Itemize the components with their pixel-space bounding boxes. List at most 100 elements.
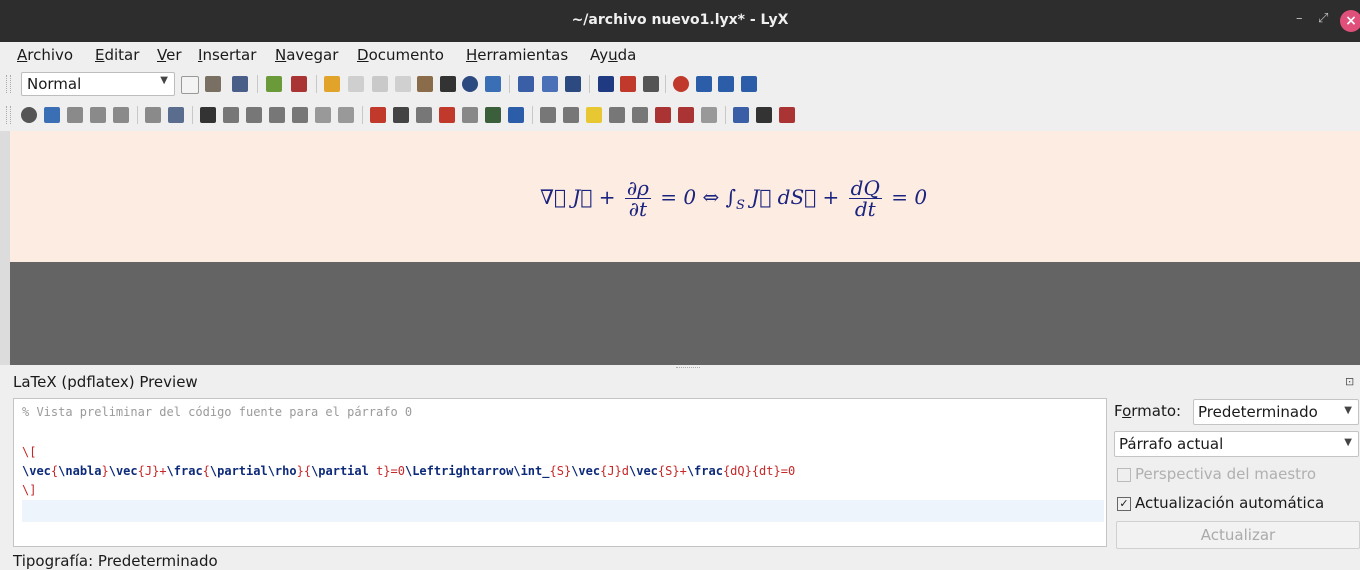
- formula-part-1: ∇⃗ J⃗ +: [540, 185, 616, 209]
- title-bar: ~/archivo nuevo1.lyx* - LyX – ⤢ ×: [0, 0, 1360, 42]
- view-output-icon[interactable]: [67, 107, 83, 123]
- paste-icon[interactable]: [417, 76, 433, 92]
- formula-part-4: = 0: [891, 185, 928, 209]
- cut-icon[interactable]: [372, 76, 388, 92]
- book-icon[interactable]: [643, 76, 659, 92]
- save-icon[interactable]: [232, 76, 248, 92]
- description-icon[interactable]: [269, 107, 285, 123]
- update-output-icon[interactable]: [90, 107, 106, 123]
- footnote-icon[interactable]: [540, 107, 556, 123]
- view-icon[interactable]: [673, 76, 689, 92]
- current-line-highlight: [22, 500, 1104, 522]
- auto-update-checkbox[interactable]: ✓ Actualización automática: [1117, 494, 1324, 512]
- pilcrow-icon[interactable]: [756, 107, 772, 123]
- fraction-drho-dt: ∂ρ ∂t: [624, 176, 651, 221]
- math-formula[interactable]: ∇⃗ J⃗ + ∂ρ ∂t = 0 ⇔ ∫S J⃗ dS⃗ + dQ dt = 0: [540, 178, 927, 219]
- menu-bar: Archivo Editar Ver Insertar Navegar Docu…: [0, 42, 1360, 69]
- float-panel-icon[interactable]: ⊡: [1345, 375, 1354, 388]
- insert-graphics-icon[interactable]: [620, 76, 636, 92]
- undo-icon[interactable]: [324, 76, 340, 92]
- url-icon[interactable]: [632, 107, 648, 123]
- attachment-icon[interactable]: [701, 107, 717, 123]
- extra-toolbar: [0, 100, 1360, 130]
- list-icon[interactable]: [292, 107, 308, 123]
- toc-icon[interactable]: [741, 76, 757, 92]
- toolbar-grip-2[interactable]: [6, 106, 11, 124]
- close-icon[interactable]: ×: [1340, 10, 1360, 32]
- copy-icon[interactable]: [395, 76, 411, 92]
- menu-herramientas[interactable]: Herramientas: [466, 46, 568, 64]
- menu-editar[interactable]: Editar: [95, 46, 139, 64]
- format-select[interactable]: Predeterminado ▼: [1193, 399, 1359, 425]
- status-bar-text: Tipografía: Predeterminado: [13, 552, 218, 570]
- text-style-icon[interactable]: [565, 76, 581, 92]
- hyperlink-icon[interactable]: [678, 107, 694, 123]
- chevron-down-icon: ▼: [160, 75, 168, 86]
- find-binoculars-icon[interactable]: [440, 76, 456, 92]
- menu-ver[interactable]: Ver: [157, 46, 182, 64]
- refresh-icon[interactable]: [44, 107, 60, 123]
- chevron-down-icon: ▼: [1344, 437, 1352, 448]
- master-view-icon[interactable]: [113, 107, 129, 123]
- insert-citation-icon[interactable]: [462, 107, 478, 123]
- chart-icon[interactable]: [779, 107, 795, 123]
- spellcheck-continuous-icon[interactable]: [291, 76, 307, 92]
- boxed-icon[interactable]: [609, 107, 625, 123]
- emphasis-icon[interactable]: [518, 76, 534, 92]
- paragraph-style-select[interactable]: Normal ▼: [21, 72, 175, 96]
- formato-label: Formato:: [1114, 402, 1182, 420]
- master-build-icon[interactable]: [168, 107, 184, 123]
- itemize-icon[interactable]: [223, 107, 239, 123]
- insert-figure-icon[interactable]: [370, 107, 386, 123]
- note-icon[interactable]: [586, 107, 602, 123]
- formula-part-2: = 0 ⇔ ∫: [660, 185, 737, 209]
- spellcheck-icon[interactable]: [266, 76, 282, 92]
- master-update-icon[interactable]: [145, 107, 161, 123]
- tex-code-icon[interactable]: [655, 107, 671, 123]
- maximize-icon[interactable]: ⤢: [1318, 11, 1328, 26]
- margin-note-icon[interactable]: [563, 107, 579, 123]
- menu-documento[interactable]: Documento: [357, 46, 444, 64]
- menu-archivo[interactable]: Archivo: [17, 46, 73, 64]
- insert-index-icon[interactable]: [485, 107, 501, 123]
- latex-source-view[interactable]: % Vista preliminar del código fuente par…: [13, 398, 1107, 547]
- formula-part-3: J⃗ dS⃗ +: [751, 185, 840, 209]
- main-toolbar: Normal ▼: [0, 69, 1360, 99]
- redo-icon[interactable]: [348, 76, 364, 92]
- open-folder-icon[interactable]: [205, 76, 221, 92]
- minimize-icon[interactable]: –: [1296, 11, 1303, 26]
- table-icon[interactable]: [718, 76, 734, 92]
- menu-ayuda[interactable]: Ayuda: [590, 46, 636, 64]
- checkmark-icon: ✓: [1117, 496, 1131, 511]
- depth-decrease-icon[interactable]: [315, 107, 331, 123]
- search-icon[interactable]: [462, 76, 478, 92]
- menu-insertar[interactable]: Insertar: [198, 46, 256, 64]
- source-comment-line: % Vista preliminar del código fuente par…: [22, 405, 413, 419]
- update-button[interactable]: Actualizar: [1116, 521, 1360, 549]
- math-sigma-icon[interactable]: [598, 76, 614, 92]
- master-perspective-checkbox[interactable]: Perspectiva del maestro: [1117, 465, 1316, 483]
- insert-nomenclature-icon[interactable]: [508, 107, 524, 123]
- auto-update-label: Actualización automática: [1135, 494, 1325, 512]
- math-panel-icon[interactable]: [696, 76, 712, 92]
- back-arrow-icon[interactable]: [485, 76, 501, 92]
- document-background: [10, 262, 1360, 365]
- source-scope-select[interactable]: Párrafo actual ▼: [1114, 431, 1359, 457]
- open-display-math: \[: [22, 445, 37, 459]
- chevron-down-icon: ▼: [1344, 405, 1352, 416]
- insert-label-icon[interactable]: [416, 107, 432, 123]
- enumerate-icon[interactable]: [246, 107, 262, 123]
- menu-navegar[interactable]: Navegar: [275, 46, 338, 64]
- align-default-icon[interactable]: [200, 107, 216, 123]
- format-select-value: Predeterminado: [1198, 403, 1318, 421]
- view-source-icon[interactable]: [21, 107, 37, 123]
- character-style-icon[interactable]: [733, 107, 749, 123]
- integral-subscript: S: [736, 198, 745, 213]
- toolbar-grip[interactable]: [6, 75, 11, 93]
- insert-cross-reference-icon[interactable]: [439, 107, 455, 123]
- new-document-icon[interactable]: [181, 76, 199, 94]
- noun-icon[interactable]: [542, 76, 558, 92]
- depth-increase-icon[interactable]: [338, 107, 354, 123]
- insert-table-float-icon[interactable]: [393, 107, 409, 123]
- panel-splitter-handle[interactable]: [676, 367, 700, 370]
